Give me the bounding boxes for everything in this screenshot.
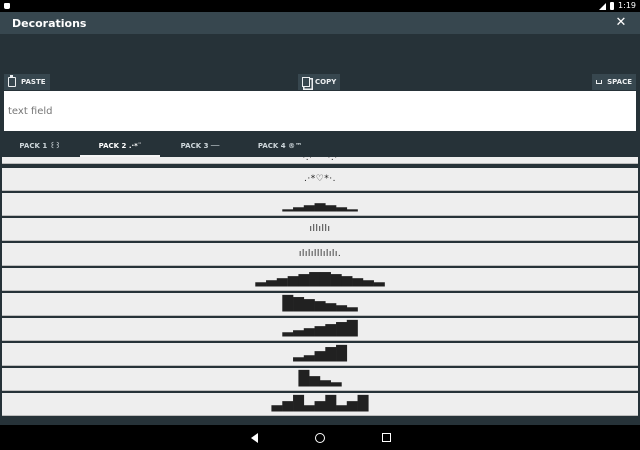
list-item[interactable]: ▂▃▅▇█ <box>2 343 638 366</box>
status-time: 1:19 <box>618 1 636 10</box>
list-item[interactable]: ▃▅█▃▅█▃▅█ <box>2 393 638 416</box>
list-item[interactable]: █▇▆▅▄▃▂ <box>2 293 638 316</box>
list-item[interactable]: ▂▃▄▅▆▇█ <box>2 318 638 341</box>
back-icon <box>250 432 258 443</box>
back-button[interactable] <box>247 431 261 445</box>
battery-icon <box>610 2 615 10</box>
status-bar: 1:19 <box>0 0 640 12</box>
list-item[interactable]: █▅▃▂ <box>2 368 638 391</box>
list-item[interactable]: ılılılllılılı. <box>2 243 638 266</box>
tab-pack-4[interactable]: PACK 4 ®™ <box>240 135 320 157</box>
list-item[interactable]: .·*♡*·. <box>2 168 638 191</box>
paste-icon <box>8 75 16 87</box>
tab-bar: PACK 1 ꒰꒱ PACK 2 .·*¨ PACK 3 ── PACK 4 ®… <box>0 135 640 157</box>
home-button[interactable] <box>313 431 327 445</box>
list-item[interactable]: ▂▃▄▅▆▇▇▆▅▄▃▂ <box>2 268 638 291</box>
signal-icon <box>599 2 607 10</box>
list-item[interactable]: ·.·´¯`·.· <box>2 157 638 164</box>
app-window: 1:19 Decorations ✕ PASTE COPY SPACE PACK… <box>0 0 640 450</box>
android-icon <box>4 3 10 9</box>
copy-button[interactable]: COPY <box>298 74 341 90</box>
app-bar: Decorations ✕ <box>0 12 640 34</box>
tab-pack-3[interactable]: PACK 3 ── <box>160 135 240 157</box>
recents-button[interactable] <box>379 431 393 445</box>
tab-pack-2[interactable]: PACK 2 .·*¨ <box>80 135 160 157</box>
home-icon <box>315 432 325 443</box>
paste-button[interactable]: PASTE <box>4 74 50 90</box>
space-label: SPACE <box>607 78 632 86</box>
tab-pack-1[interactable]: PACK 1 ꒰꒱ <box>0 135 80 157</box>
page-title: Decorations <box>12 16 87 30</box>
list-item[interactable]: ▁▂▃▄▃▂▁ <box>2 193 638 216</box>
close-icon: ✕ <box>615 15 627 30</box>
paste-label: PASTE <box>21 78 46 86</box>
copy-label: COPY <box>315 78 337 86</box>
navigation-bar <box>0 425 640 450</box>
copy-icon <box>302 77 310 87</box>
space-icon <box>596 80 603 84</box>
space-button[interactable]: SPACE <box>592 74 636 90</box>
text-field[interactable] <box>4 91 636 131</box>
close-button[interactable]: ✕ <box>612 14 630 32</box>
recents-icon <box>381 433 391 442</box>
decoration-list[interactable]: ·.·´¯`·.· .·*♡*·. ▁▂▃▄▃▂▁ ıllıllı ılılıl… <box>0 157 640 425</box>
list-item[interactable]: ıllıllı <box>2 218 638 241</box>
